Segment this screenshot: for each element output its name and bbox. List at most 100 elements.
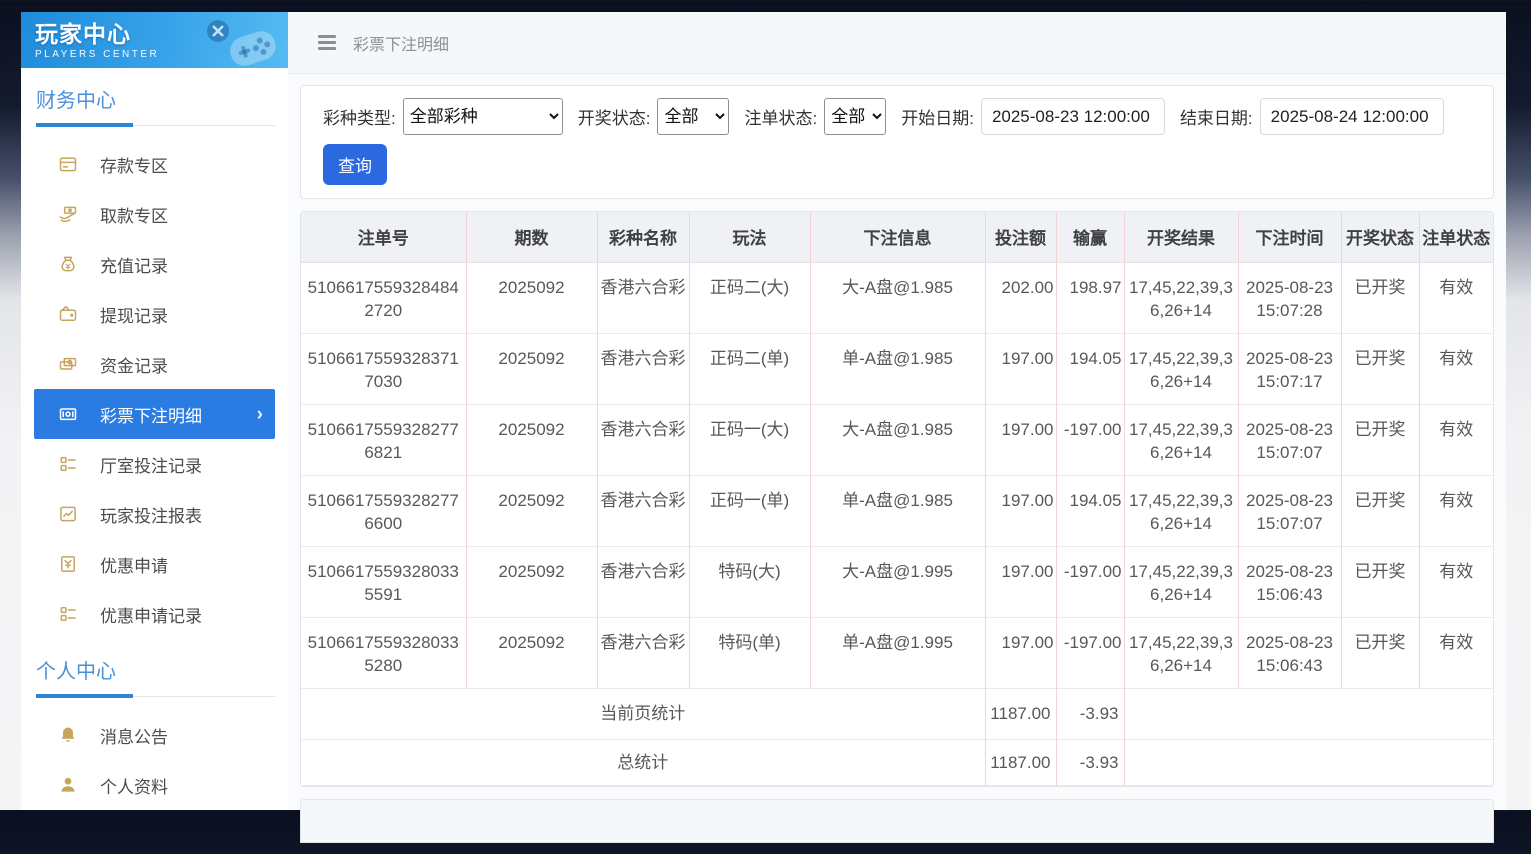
- section-divider: [36, 696, 275, 697]
- sidebar-item-lottery-bet-detail[interactable]: 彩票下注明细 ›: [34, 389, 275, 439]
- sidebar-item-recharge-bag[interactable]: 充值记录: [34, 239, 275, 289]
- sidebar-item-label: 消息公告: [100, 723, 168, 748]
- cell-play-type: 正码一(大): [689, 404, 810, 475]
- cell-bet-amount: 197.00: [985, 475, 1056, 546]
- content: 彩种类型: 全部彩种 开奖状态: 全部 注单状态: 全部 开始日期:: [288, 74, 1506, 854]
- cell-draw-status: 已开奖: [1341, 546, 1419, 617]
- funds-record-icon: [58, 354, 78, 374]
- cell-play-type: 正码二(单): [689, 333, 810, 404]
- summary-bet-amount-total: 1187.00: [985, 739, 1056, 785]
- draw-status-select[interactable]: 全部: [657, 98, 729, 135]
- sidebar-item-withdrawal-wallet[interactable]: 提现记录: [34, 289, 275, 339]
- lottery-type-select[interactable]: 全部彩种: [403, 98, 563, 135]
- cell-win-loss: -197.00: [1056, 546, 1124, 617]
- bet-status-label: 注单状态:: [744, 104, 817, 129]
- cell-period: 2025092: [466, 262, 597, 333]
- table-header: 注单号期数彩种名称玩法下注信息投注额输赢开奖结果下注时间开奖状态注单状态: [301, 212, 1493, 262]
- table-row: 510661755932803355912025092香港六合彩特码(大)大-A…: [301, 546, 1493, 617]
- hall-bet-record-icon: [58, 454, 78, 474]
- sidebar-item-label: 充值记录: [100, 252, 168, 277]
- profile-person-icon: [58, 775, 78, 795]
- page-title: 彩票下注明细: [353, 31, 449, 55]
- column-header: 彩种名称: [597, 212, 689, 262]
- cell-bet-number: 51066175593282776600: [301, 475, 466, 546]
- sidebar-item-funds-record[interactable]: 资金记录: [34, 339, 275, 389]
- sidebar-item-profile-person[interactable]: 个人资料: [34, 760, 275, 810]
- table-row: 510661755932803352802025092香港六合彩特码(单)单-A…: [301, 617, 1493, 688]
- cell-period: 2025092: [466, 404, 597, 475]
- column-header: 开奖状态: [1341, 212, 1419, 262]
- sidebar-item-label: 玩家投注报表: [100, 502, 202, 527]
- cell-draw-status: 已开奖: [1341, 333, 1419, 404]
- cell-draw-result: 17,45,22,39,36,26+14: [1124, 475, 1238, 546]
- column-header: 注单号: [301, 212, 466, 262]
- sidebar-item-label: 资金记录: [100, 352, 168, 377]
- cell-draw-status: 已开奖: [1341, 262, 1419, 333]
- cell-bet-time: 2025-08-23 15:07:07: [1238, 475, 1341, 546]
- gamepad-icon: [190, 16, 282, 68]
- summary-empty-cell: [1124, 739, 1493, 785]
- sidebar-item-label: 取款专区: [100, 202, 168, 227]
- cell-lottery-name: 香港六合彩: [597, 475, 689, 546]
- message-bell-icon: [58, 725, 78, 745]
- table-row: 510661755932827768212025092香港六合彩正码一(大)大-…: [301, 404, 1493, 475]
- sidebar-item-message-bell[interactable]: 消息公告: [34, 710, 275, 760]
- cell-lottery-name: 香港六合彩: [597, 404, 689, 475]
- cell-play-type: 特码(大): [689, 546, 810, 617]
- sidebar-item-promo-record[interactable]: 优惠申请记录: [34, 589, 275, 639]
- pagination-panel: [300, 799, 1494, 843]
- search-button[interactable]: 查询: [323, 144, 387, 185]
- page-content: 玩家中心 PLAYERS CENTER 财务中心存款专区取款专区充值记录提现记录…: [21, 12, 1506, 810]
- cell-draw-result: 17,45,22,39,36,26+14: [1124, 333, 1238, 404]
- sidebar-item-hall-bet-record[interactable]: 厅室投注记录: [34, 439, 275, 489]
- column-header: 玩法: [689, 212, 810, 262]
- cell-win-loss: 194.05: [1056, 475, 1124, 546]
- cell-lottery-name: 香港六合彩: [597, 617, 689, 688]
- cell-draw-result: 17,45,22,39,36,26+14: [1124, 404, 1238, 475]
- cell-play-type: 正码二(大): [689, 262, 810, 333]
- menu-toggle-icon[interactable]: [314, 31, 340, 54]
- sidebar-item-player-report[interactable]: 玩家投注报表: [34, 489, 275, 539]
- end-date-input[interactable]: [1260, 98, 1444, 135]
- summary-row: 当前页统计1187.00-3.93: [301, 688, 1493, 739]
- bet-status-select[interactable]: 全部: [824, 98, 886, 135]
- cell-lottery-name: 香港六合彩: [597, 546, 689, 617]
- column-header: 下注信息: [810, 212, 985, 262]
- cell-bet-number: 51066175593284842720: [301, 262, 466, 333]
- cell-bet-amount: 202.00: [985, 262, 1056, 333]
- end-date-label: 结束日期:: [1180, 104, 1253, 129]
- column-header: 输赢: [1056, 212, 1124, 262]
- cell-draw-status: 已开奖: [1341, 475, 1419, 546]
- sidebar-item-label: 厅室投注记录: [100, 452, 202, 477]
- cell-bet-number: 51066175593283717030: [301, 333, 466, 404]
- cell-win-loss: 198.97: [1056, 262, 1124, 333]
- chevron-right-icon: ›: [257, 405, 263, 424]
- lottery-type-label: 彩种类型:: [323, 104, 396, 129]
- summary-label: 当前页统计: [301, 688, 985, 739]
- sidebar-item-withdraw-hand[interactable]: 取款专区: [34, 189, 275, 239]
- table-row: 510661755932827766002025092香港六合彩正码一(单)单-…: [301, 475, 1493, 546]
- player-report-icon: [58, 504, 78, 524]
- cell-bet-status: 有效: [1419, 333, 1493, 404]
- cell-bet-status: 有效: [1419, 262, 1493, 333]
- sidebar-item-deposit-card[interactable]: 存款专区: [34, 139, 275, 189]
- summary-empty-cell: [1124, 688, 1493, 739]
- cell-lottery-name: 香港六合彩: [597, 333, 689, 404]
- sidebar-item-label: 彩票下注明细: [100, 402, 202, 427]
- start-date-label: 开始日期:: [901, 104, 974, 129]
- cell-bet-status: 有效: [1419, 617, 1493, 688]
- sidebar-item-promo-apply[interactable]: 优惠申请: [34, 539, 275, 589]
- cell-bet-info: 单-A盘@1.995: [810, 617, 985, 688]
- cell-bet-info: 大-A盘@1.985: [810, 262, 985, 333]
- cell-bet-number: 51066175593280335280: [301, 617, 466, 688]
- cell-bet-time: 2025-08-23 15:07:28: [1238, 262, 1341, 333]
- withdraw-hand-icon: [58, 204, 78, 224]
- filter-panel: 彩种类型: 全部彩种 开奖状态: 全部 注单状态: 全部 开始日期:: [300, 85, 1494, 199]
- cell-bet-info: 大-A盘@1.995: [810, 546, 985, 617]
- cell-bet-time: 2025-08-23 15:06:43: [1238, 617, 1341, 688]
- cell-bet-amount: 197.00: [985, 546, 1056, 617]
- cell-draw-status: 已开奖: [1341, 617, 1419, 688]
- cell-period: 2025092: [466, 333, 597, 404]
- cell-bet-info: 单-A盘@1.985: [810, 475, 985, 546]
- start-date-input[interactable]: [981, 98, 1165, 135]
